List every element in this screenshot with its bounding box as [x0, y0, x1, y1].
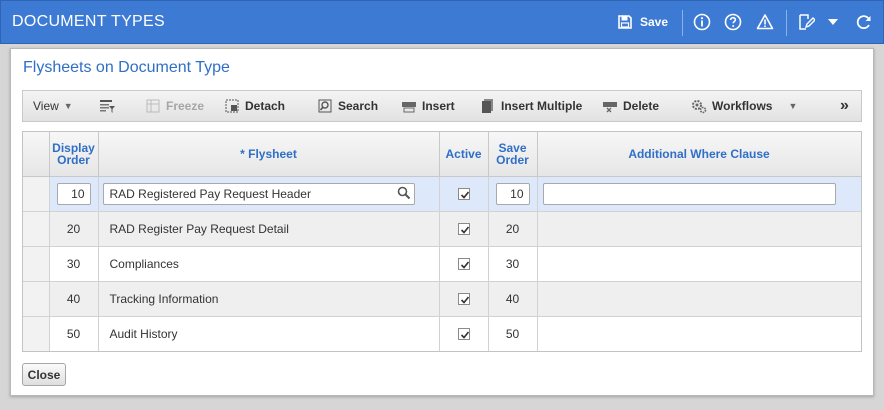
- chevron-down-icon: ▼: [788, 101, 798, 111]
- table-row[interactable]: 30 Compliances 30: [23, 246, 861, 282]
- delete-label: Delete: [623, 99, 660, 113]
- insert-multiple-icon: [480, 98, 496, 114]
- insert-button[interactable]: Insert: [401, 91, 455, 121]
- info-icon[interactable]: [692, 12, 712, 32]
- freeze-icon: [145, 98, 161, 114]
- insert-multiple-label: Insert Multiple: [501, 99, 583, 113]
- display-order-cell[interactable]: 50: [49, 316, 99, 351]
- column-header-save-order[interactable]: Save Order: [488, 132, 538, 177]
- delete-row-icon: [602, 98, 618, 114]
- save-order-input[interactable]: 10: [495, 182, 530, 205]
- toolbar-divider: [786, 10, 787, 36]
- toolbar-divider: [682, 10, 683, 36]
- active-cell[interactable]: [439, 211, 489, 247]
- save-order-cell[interactable]: 10: [488, 176, 538, 212]
- active-checkbox[interactable]: [457, 188, 470, 201]
- row-selector[interactable]: [23, 281, 50, 317]
- view-menu-button[interactable]: View ▼: [33, 91, 73, 121]
- column-header-active[interactable]: Active: [439, 132, 489, 177]
- grid-toolbar: View ▼ Freeze Detach Search Insert Inser…: [22, 90, 862, 122]
- active-checkbox[interactable]: [457, 328, 470, 341]
- display-order-cell[interactable]: 40: [49, 281, 99, 317]
- flysheet-cell[interactable]: RAD Register Pay Request Detail: [98, 211, 440, 247]
- display-order-cell[interactable]: 10: [49, 176, 99, 212]
- detach-button[interactable]: Detach: [224, 91, 285, 121]
- table-row[interactable]: 10 RAD Registered Pay Request Header 10: [23, 176, 861, 212]
- row-selector[interactable]: [23, 176, 50, 212]
- row-selector[interactable]: [23, 211, 50, 247]
- where-clause-input[interactable]: [542, 182, 836, 205]
- flysheet-cell[interactable]: Tracking Information: [98, 281, 440, 317]
- flysheet-cell[interactable]: Audit History: [98, 316, 440, 351]
- display-order-cell[interactable]: 20: [49, 211, 99, 247]
- where-clause-cell[interactable]: [537, 316, 861, 351]
- detach-label: Detach: [245, 99, 286, 113]
- active-cell[interactable]: [439, 316, 489, 351]
- freeze-button[interactable]: Freeze: [145, 91, 204, 121]
- search-icon: [317, 98, 333, 114]
- warning-icon[interactable]: [755, 12, 775, 32]
- panel-title: Flysheets on Document Type: [23, 59, 230, 76]
- save-order-cell[interactable]: 50: [488, 316, 538, 351]
- insert-label: Insert: [422, 99, 455, 113]
- insert-row-icon: [401, 98, 417, 114]
- column-header-flysheet[interactable]: * Flysheet: [98, 132, 440, 177]
- delete-button[interactable]: Delete: [602, 91, 659, 121]
- where-clause-cell[interactable]: [537, 211, 861, 247]
- chevron-down-icon: ▼: [63, 101, 73, 111]
- dropdown-caret-icon[interactable]: [823, 12, 843, 32]
- save-order-cell[interactable]: 30: [488, 246, 538, 282]
- save-button[interactable]: Save: [640, 15, 668, 29]
- close-button[interactable]: Close: [22, 363, 66, 386]
- search-button[interactable]: Search: [317, 91, 378, 121]
- refresh-icon[interactable]: [854, 12, 874, 32]
- row-selector[interactable]: [23, 316, 50, 351]
- save-order-cell[interactable]: 20: [488, 211, 538, 247]
- table-row[interactable]: 20 RAD Register Pay Request Detail 20: [23, 211, 861, 247]
- active-checkbox[interactable]: [457, 293, 470, 306]
- display-order-cell[interactable]: 30: [49, 246, 99, 282]
- active-cell[interactable]: [439, 246, 489, 282]
- table-row[interactable]: 50 Audit History 50: [23, 316, 861, 351]
- help-icon[interactable]: [723, 12, 743, 32]
- workflows-label: Workflows: [712, 99, 773, 113]
- search-label: Search: [338, 99, 379, 113]
- active-checkbox[interactable]: [457, 223, 470, 236]
- insert-multiple-button[interactable]: Insert Multiple: [480, 91, 582, 121]
- filter-table-icon: [99, 98, 115, 114]
- flysheet-cell[interactable]: Compliances: [98, 246, 440, 282]
- active-cell[interactable]: [439, 176, 489, 212]
- gears-icon: [691, 98, 707, 114]
- where-clause-cell[interactable]: [537, 246, 861, 282]
- window-title: DOCUMENT TYPES: [12, 13, 165, 30]
- active-checkbox[interactable]: [457, 258, 470, 271]
- column-settings-button[interactable]: [99, 91, 120, 121]
- where-clause-cell[interactable]: [537, 176, 861, 212]
- active-cell[interactable]: [439, 281, 489, 317]
- flysheets-panel: Flysheets on Document Type View ▼ Freeze…: [10, 48, 874, 396]
- search-icon[interactable]: [397, 186, 411, 206]
- more-actions-button[interactable]: »: [840, 91, 849, 121]
- double-chevron-right-icon: »: [840, 97, 849, 114]
- where-clause-cell[interactable]: [537, 281, 861, 317]
- workflows-button[interactable]: Workflows ▼: [691, 91, 797, 121]
- column-header-where-clause[interactable]: Additional Where Clause: [537, 132, 861, 177]
- view-label: View: [33, 99, 59, 113]
- flysheet-value: RAD Registered Pay Request Header: [109, 186, 311, 201]
- edit-note-icon[interactable]: [796, 12, 816, 32]
- table-row[interactable]: 40 Tracking Information 40: [23, 281, 861, 317]
- save-icon[interactable]: [615, 12, 635, 32]
- flysheets-grid: Display Order * Flysheet Active Save Ord…: [22, 131, 862, 352]
- display-order-input[interactable]: 10: [56, 182, 91, 205]
- flysheet-cell[interactable]: RAD Registered Pay Request Header: [98, 176, 440, 212]
- detach-icon: [224, 98, 240, 114]
- flysheet-lookup-input[interactable]: RAD Registered Pay Request Header: [102, 182, 415, 206]
- freeze-label: Freeze: [166, 99, 205, 113]
- window-titlebar: DOCUMENT TYPES Save: [0, 0, 884, 44]
- row-selector-header: [23, 132, 50, 177]
- save-order-cell[interactable]: 40: [488, 281, 538, 317]
- column-header-display-order[interactable]: Display Order: [49, 132, 99, 177]
- row-selector[interactable]: [23, 246, 50, 282]
